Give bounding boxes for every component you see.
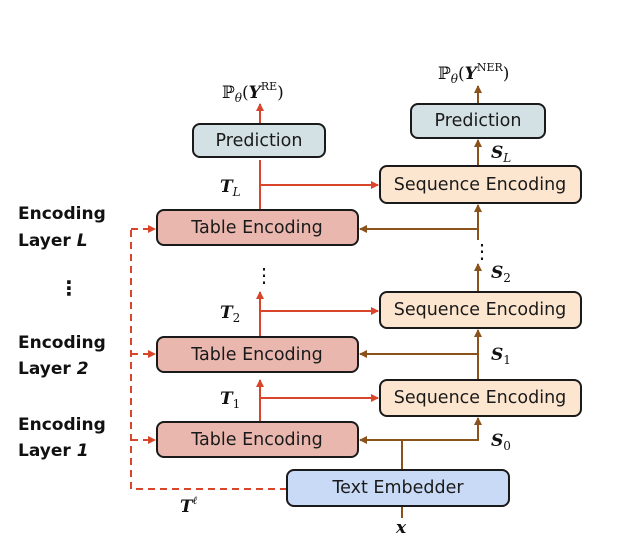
- sequence-encoding-2-box: Sequence Encoding: [379, 291, 582, 329]
- prediction-ner-box: Prediction: [410, 103, 546, 139]
- s-2-label: S2: [491, 263, 511, 285]
- sequence-ellipsis: ⋮: [472, 239, 492, 263]
- sequence-encoding-l-label: Sequence Encoding: [394, 175, 567, 195]
- layer-label-l: Encoding Layer L: [18, 204, 106, 251]
- svg-text:Encoding: Encoding: [18, 415, 106, 435]
- prediction-ner-label: Prediction: [435, 111, 522, 131]
- layer-label-1: Encoding Layer 1: [18, 415, 106, 461]
- s-0-label: S0: [491, 431, 511, 453]
- prob-ner-label: ℙθ(YNER): [438, 61, 509, 86]
- s-l-label: SL: [491, 143, 511, 165]
- table-encoding-1-box: Table Encoding: [156, 421, 359, 458]
- table-encoding-1-label: Table Encoding: [190, 430, 322, 450]
- t-l-label: TL: [220, 177, 241, 199]
- table-encoding-2-label: Table Encoding: [190, 345, 322, 365]
- table-encoding-l-box: Table Encoding: [156, 209, 359, 246]
- layer-label-2: Encoding Layer 2: [18, 333, 106, 379]
- svg-text:Layer 1: Layer 1: [18, 441, 89, 461]
- prob-re-label: ℙθ(YRE): [222, 80, 284, 105]
- sequence-encoding-2-label: Sequence Encoding: [394, 300, 567, 320]
- svg-text:Encoding: Encoding: [18, 333, 106, 353]
- sequence-encoding-1-label: Sequence Encoding: [394, 388, 567, 408]
- sequence-encoding-1-box: Sequence Encoding: [379, 379, 582, 417]
- prediction-re-box: Prediction: [192, 123, 326, 158]
- text-embedder-label: Text Embedder: [331, 478, 464, 498]
- text-embedder-box: Text Embedder: [286, 469, 510, 507]
- prediction-re-label: Prediction: [216, 131, 303, 151]
- sequence-encoding-l-box: Sequence Encoding: [379, 165, 582, 204]
- layer-ellipsis: ⋮: [59, 276, 79, 300]
- s-1-label: S1: [491, 345, 511, 367]
- model-architecture-diagram: Prediction Prediction Sequence Encoding …: [18, 61, 582, 538]
- t-1-label: T1: [220, 389, 240, 411]
- svg-text:Layer L: Layer L: [18, 231, 88, 251]
- table-ellipsis: ⋮: [254, 263, 274, 287]
- x-input-label: x: [395, 518, 407, 538]
- table-encoding-l-label: Table Encoding: [190, 218, 322, 238]
- table-encoding-2-box: Table Encoding: [156, 336, 359, 373]
- t-ell-label: Tℓ: [180, 494, 198, 517]
- svg-text:Encoding: Encoding: [18, 204, 106, 224]
- svg-text:Layer 2: Layer 2: [18, 359, 89, 379]
- t-2-label: T2: [220, 303, 240, 325]
